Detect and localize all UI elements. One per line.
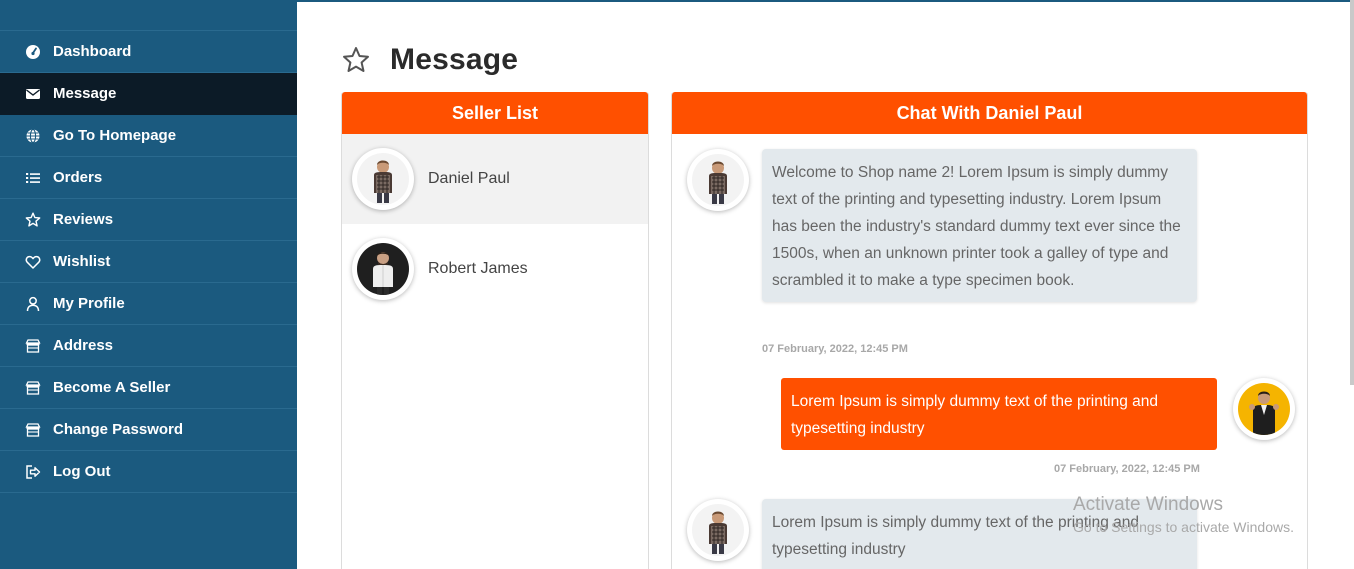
sidebar-item-label: Become A Seller bbox=[53, 379, 171, 396]
heart-icon bbox=[25, 254, 41, 270]
sender-avatar bbox=[687, 149, 749, 211]
user-icon bbox=[25, 296, 41, 312]
sidebar-top-spacer bbox=[0, 0, 297, 31]
sidebar-item-label: Go To Homepage bbox=[53, 127, 177, 144]
logout-icon bbox=[25, 464, 41, 480]
outgoing-message: Lorem Ipsum is simply dummy text of the … bbox=[781, 378, 1217, 450]
sidebar-item-label: Message bbox=[53, 85, 117, 102]
store-icon bbox=[25, 422, 41, 438]
sidebar-item-reviews[interactable]: Reviews bbox=[0, 199, 297, 241]
page-scrollbar[interactable] bbox=[1350, 0, 1354, 385]
seller-list-header: Seller List bbox=[342, 92, 648, 134]
incoming-message: Lorem Ipsum is simply dummy text of the … bbox=[762, 499, 1197, 569]
seller-item-robert-james[interactable]: Robert James bbox=[342, 224, 648, 314]
sidebar-item-address[interactable]: Address bbox=[0, 325, 297, 367]
sidebar-item-log-out[interactable]: Log Out bbox=[0, 451, 297, 493]
sidebar-item-label: Dashboard bbox=[53, 43, 132, 60]
sidebar-item-my-profile[interactable]: My Profile bbox=[0, 283, 297, 325]
sidebar-item-wishlist[interactable]: Wishlist bbox=[0, 241, 297, 283]
seller-name: Robert James bbox=[428, 260, 528, 277]
sender-avatar bbox=[687, 499, 749, 561]
top-border bbox=[297, 0, 1354, 2]
page-header: Message bbox=[341, 42, 518, 78]
seller-list-panel: Seller List Daniel Paul Robert James bbox=[341, 92, 649, 569]
avatar bbox=[352, 148, 414, 210]
sidebar-item-become-a-seller[interactable]: Become A Seller bbox=[0, 367, 297, 409]
store-icon bbox=[25, 338, 41, 354]
star-icon bbox=[343, 47, 369, 72]
message-timestamp: 07 February, 2022, 12:45 PM bbox=[1054, 463, 1200, 475]
sidebar-item-label: My Profile bbox=[53, 295, 125, 312]
store-icon bbox=[25, 380, 41, 396]
globe-icon bbox=[25, 128, 41, 144]
sidebar-item-go-to-homepage[interactable]: Go To Homepage bbox=[0, 115, 297, 157]
sidebar: Dashboard Message Go To Homepage Orders … bbox=[0, 0, 297, 569]
page-title: Message bbox=[390, 43, 519, 76]
sidebar-item-label: Orders bbox=[53, 169, 103, 186]
sidebar-item-label: Change Password bbox=[53, 421, 184, 438]
sidebar-item-dashboard[interactable]: Dashboard bbox=[0, 31, 297, 73]
dashboard-icon bbox=[25, 44, 41, 60]
sidebar-item-orders[interactable]: Orders bbox=[0, 157, 297, 199]
avatar bbox=[352, 238, 414, 300]
sidebar-item-label: Reviews bbox=[53, 211, 114, 228]
chat-messages[interactable]: Welcome to Shop name 2! Lorem Ipsum is s… bbox=[672, 134, 1307, 569]
chat-panel: Chat With Daniel Paul Welcome to Shop na… bbox=[671, 92, 1308, 569]
sidebar-item-message[interactable]: Message bbox=[0, 73, 297, 115]
seller-item-daniel-paul[interactable]: Daniel Paul bbox=[342, 134, 648, 224]
incoming-message: Welcome to Shop name 2! Lorem Ipsum is s… bbox=[762, 149, 1197, 302]
sidebar-item-label: Log Out bbox=[53, 463, 111, 480]
seller-name: Daniel Paul bbox=[428, 170, 510, 187]
sidebar-item-change-password[interactable]: Change Password bbox=[0, 409, 297, 451]
star-icon bbox=[25, 212, 41, 228]
chat-header: Chat With Daniel Paul bbox=[672, 92, 1307, 134]
sidebar-item-label: Address bbox=[53, 337, 114, 354]
message-timestamp: 07 February, 2022, 12:45 PM bbox=[762, 343, 908, 355]
list-icon bbox=[25, 170, 41, 186]
envelope-icon bbox=[25, 86, 41, 102]
user-avatar bbox=[1233, 378, 1295, 440]
sidebar-item-label: Wishlist bbox=[53, 253, 111, 270]
